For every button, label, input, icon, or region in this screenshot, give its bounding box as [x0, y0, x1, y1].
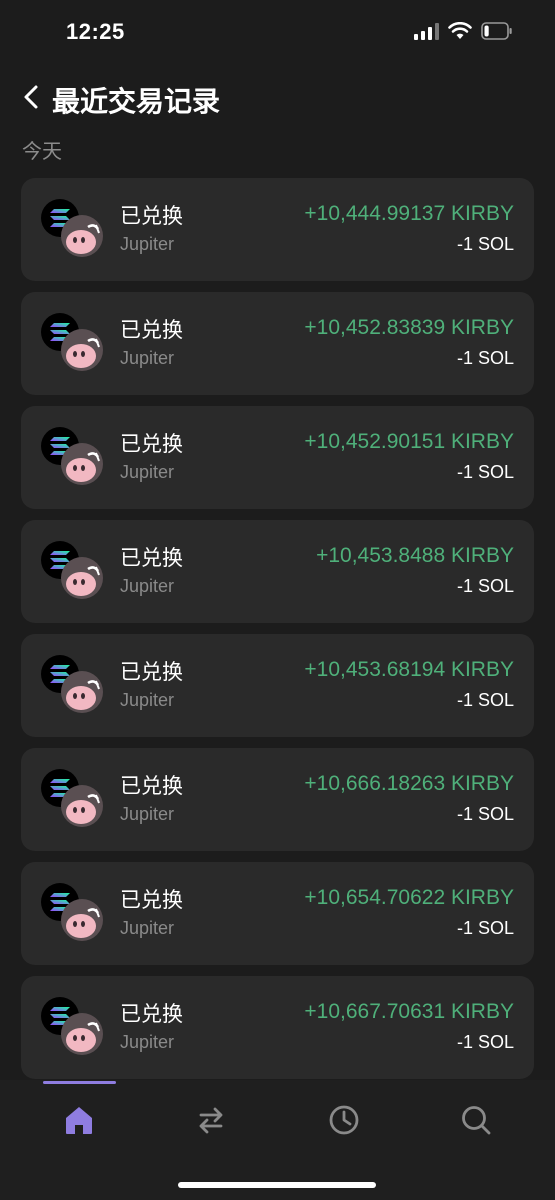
transaction-title: 已兑换 [120, 1003, 183, 1026]
amount-sent: -1 SOL [456, 804, 514, 824]
amount-sent: -1 SOL [456, 1032, 514, 1052]
amount-received: +10,654.70622 KIRBY [304, 886, 514, 909]
kirby-token-icon [61, 443, 103, 485]
amount-received: +10,667.70631 KIRBY [304, 1000, 514, 1023]
amount-sent: -1 SOL [456, 234, 514, 254]
transaction-title: 已兑换 [120, 547, 183, 570]
token-pair-avatar [41, 997, 121, 1061]
transaction-source: Jupiter [120, 1032, 175, 1052]
kirby-token-icon [61, 671, 103, 713]
kirby-token-icon [61, 899, 103, 941]
transaction-card[interactable]: 已兑换 Jupiter +10,444.99137 KIRBY -1 SOL [21, 178, 534, 281]
wifi-icon [448, 22, 472, 39]
search-icon[interactable] [458, 1102, 494, 1138]
amount-received: +10,453.8488 KIRBY [316, 544, 514, 567]
transaction-card[interactable]: 已兑换 Jupiter +10,452.83839 KIRBY -1 SOL [21, 292, 534, 395]
transaction-source: Jupiter [120, 804, 175, 824]
transaction-source: Jupiter [120, 576, 175, 596]
token-pair-avatar [41, 883, 121, 947]
transaction-title: 已兑换 [120, 205, 183, 228]
transaction-title: 已兑换 [120, 319, 183, 342]
transaction-source: Jupiter [120, 690, 175, 710]
transaction-title: 已兑换 [120, 775, 183, 798]
home-icon[interactable] [61, 1102, 97, 1138]
transaction-card[interactable]: 已兑换 Jupiter +10,453.8488 KIRBY -1 SOL [21, 520, 534, 623]
transaction-card[interactable]: 已兑换 Jupiter +10,654.70622 KIRBY -1 SOL [21, 862, 534, 965]
kirby-token-icon [61, 785, 103, 827]
swap-icon[interactable] [193, 1102, 229, 1138]
transaction-card[interactable]: 已兑换 Jupiter +10,666.18263 KIRBY -1 SOL [21, 748, 534, 851]
kirby-token-icon [61, 215, 103, 257]
transaction-card[interactable]: 已兑换 Jupiter +10,453.68194 KIRBY -1 SOL [21, 634, 534, 737]
transaction-card[interactable]: 已兑换 Jupiter +10,667.70631 KIRBY -1 SOL [21, 976, 534, 1079]
token-pair-avatar [41, 313, 121, 377]
clock-icon[interactable] [326, 1102, 362, 1138]
amount-sent: -1 SOL [456, 576, 514, 596]
status-icons [414, 22, 513, 40]
kirby-token-icon [61, 557, 103, 599]
battery-icon [481, 22, 512, 40]
transaction-title: 已兑换 [120, 433, 183, 456]
home-indicator [178, 1182, 376, 1188]
header: 最近交易记录 [0, 72, 555, 122]
kirby-token-icon [61, 1013, 103, 1055]
status-time: 12:25 [66, 19, 125, 44]
transaction-title: 已兑换 [120, 889, 183, 912]
amount-sent: -1 SOL [456, 918, 514, 938]
amount-sent: -1 SOL [456, 462, 514, 482]
amount-received: +10,666.18263 KIRBY [304, 772, 514, 795]
transaction-card[interactable]: 已兑换 Jupiter +10,452.90151 KIRBY -1 SOL [21, 406, 534, 509]
transaction-title: 已兑换 [120, 661, 183, 684]
token-pair-avatar [41, 427, 121, 491]
token-pair-avatar [41, 769, 121, 833]
signal-icon [414, 22, 439, 40]
token-pair-avatar [41, 541, 121, 605]
token-pair-avatar [41, 199, 121, 263]
transaction-source: Jupiter [120, 462, 175, 482]
page-title: 最近交易记录 [52, 86, 221, 117]
amount-received: +10,444.99137 KIRBY [304, 202, 514, 225]
amount-received: +10,453.68194 KIRBY [304, 658, 514, 681]
transaction-list: 已兑换 Jupiter +10,444.99137 KIRBY -1 SOL 已兑换 Ju… [21, 178, 534, 1090]
section-label-today: 今天 [22, 141, 62, 163]
active-tab-indicator [43, 1081, 116, 1084]
amount-sent: -1 SOL [456, 348, 514, 368]
chevron-left-icon[interactable] [20, 82, 44, 112]
amount-received: +10,452.90151 KIRBY [304, 430, 514, 453]
kirby-token-icon [61, 329, 103, 371]
transaction-source: Jupiter [120, 234, 175, 254]
token-pair-avatar [41, 655, 121, 719]
amount-received: +10,452.83839 KIRBY [304, 316, 514, 339]
amount-sent: -1 SOL [456, 690, 514, 710]
transaction-source: Jupiter [120, 348, 175, 368]
status-bar: 12:25 [0, 0, 555, 66]
transaction-source: Jupiter [120, 918, 175, 938]
